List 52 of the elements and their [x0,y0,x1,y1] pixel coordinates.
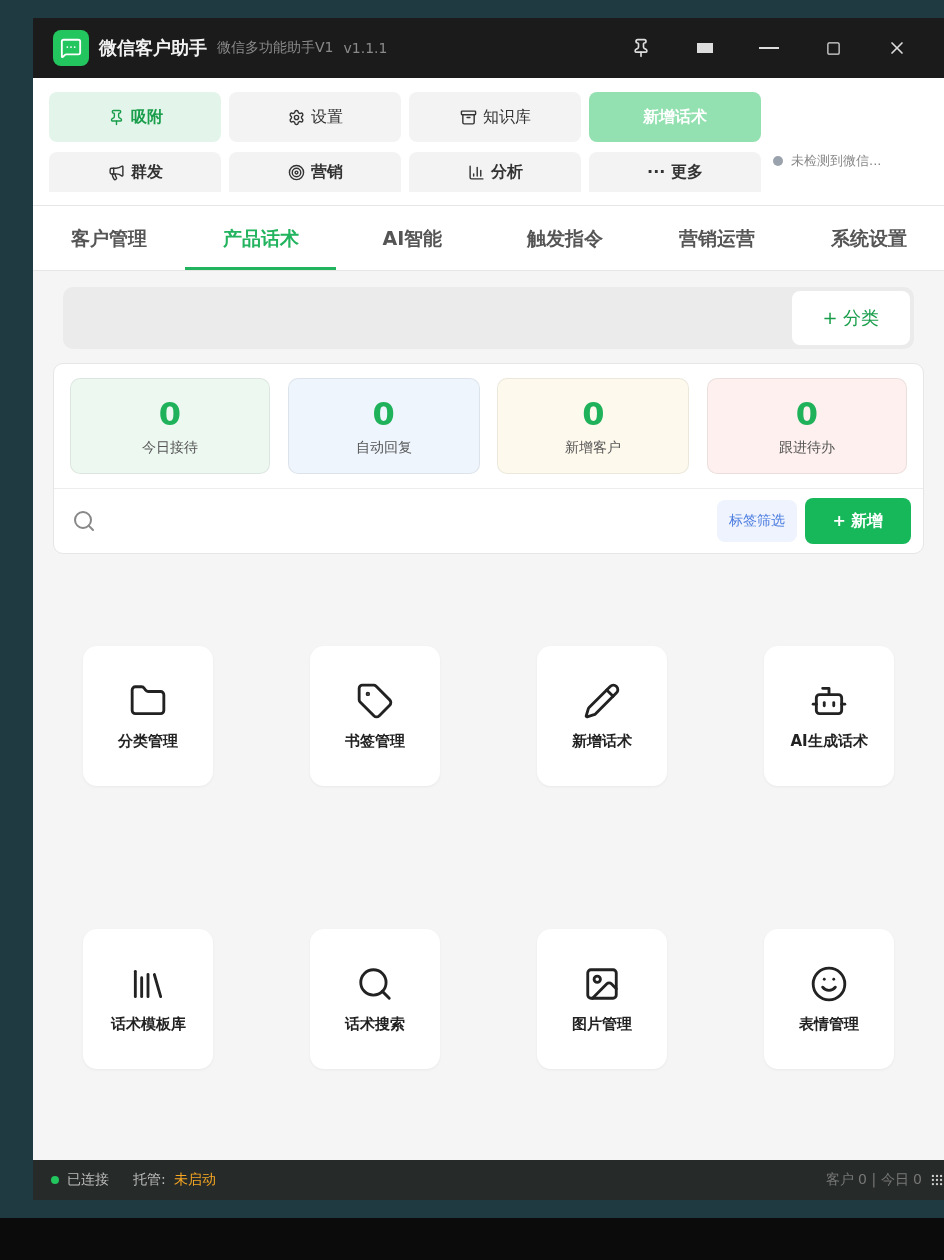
stat-value: 0 [372,395,395,433]
bar-chart-icon [467,163,485,181]
stat-label: 新增客户 [565,439,622,457]
tag-filter-button[interactable]: 标签筛选 [717,500,797,542]
tag-icon [356,681,394,720]
stat-value: 0 [582,395,605,433]
feature-tile[interactable]: 图片管理 [537,929,667,1069]
toolbar-button[interactable]: ··· 更多 [589,152,761,192]
hosting-label: 托管: [133,1171,166,1189]
tab[interactable]: AI智能 [337,206,488,270]
hosting-status: 未启动 [173,1171,216,1189]
stat-value: 0 [795,395,819,433]
archive-icon [459,108,477,126]
megaphone-icon [107,163,125,181]
tab[interactable]: 系统设置 [793,206,944,270]
counts-text: 客户 0 | 今日 0 [825,1171,922,1189]
feature-tile[interactable]: 话术模板库 [83,929,213,1069]
toolbar-button[interactable]: 知识库 [409,92,581,142]
window-subtitle: 微信多功能助手V1 [217,39,334,57]
smiley-icon [810,964,848,1003]
toolbar-button[interactable]: 分析 [409,152,581,192]
tab[interactable]: 触发指令 [489,206,640,270]
pencil-icon [583,681,621,720]
toolbar-button[interactable]: 营销 [229,152,401,192]
feature-tile[interactable]: 表情管理 [764,929,894,1069]
version-label: v1.1.1 [343,40,388,56]
feature-tile[interactable]: 书签管理 [310,646,440,786]
wechat-status: 未检测到微信... [791,151,882,170]
maximize-icon [825,40,841,56]
gear-icon [287,108,305,126]
feature-tile[interactable]: 话术搜索 [310,929,440,1069]
toolbar-button[interactable]: 群发 [49,152,221,192]
resize-grip-icon[interactable] [930,1173,944,1187]
chat-logo-icon [53,30,89,66]
stat-label: 今日接待 [142,439,198,457]
feature-tile[interactable]: 新增话术 [537,646,667,786]
pin-icon [631,38,651,58]
feature-tile[interactable]: 分类管理 [83,646,213,786]
tab[interactable]: 客户管理 [33,206,184,270]
search-icon [72,509,96,533]
stat-label: 自动回复 [355,439,412,457]
target-icon [287,163,305,181]
toolbar-button[interactable]: 设置 [229,92,401,142]
add-category-button[interactable]: + 分类 [792,291,910,345]
stat-label: 跟进待办 [778,439,835,457]
feature-tile[interactable]: AI生成话术 [764,646,894,786]
connection-status: 已连接 [67,1171,109,1189]
rectangle-icon [697,43,713,53]
window-title: 微信客户助手 [99,36,207,60]
minimize-icon [759,47,779,49]
stat-value: 0 [158,395,182,433]
tab[interactable]: 营销运营 [641,206,792,270]
